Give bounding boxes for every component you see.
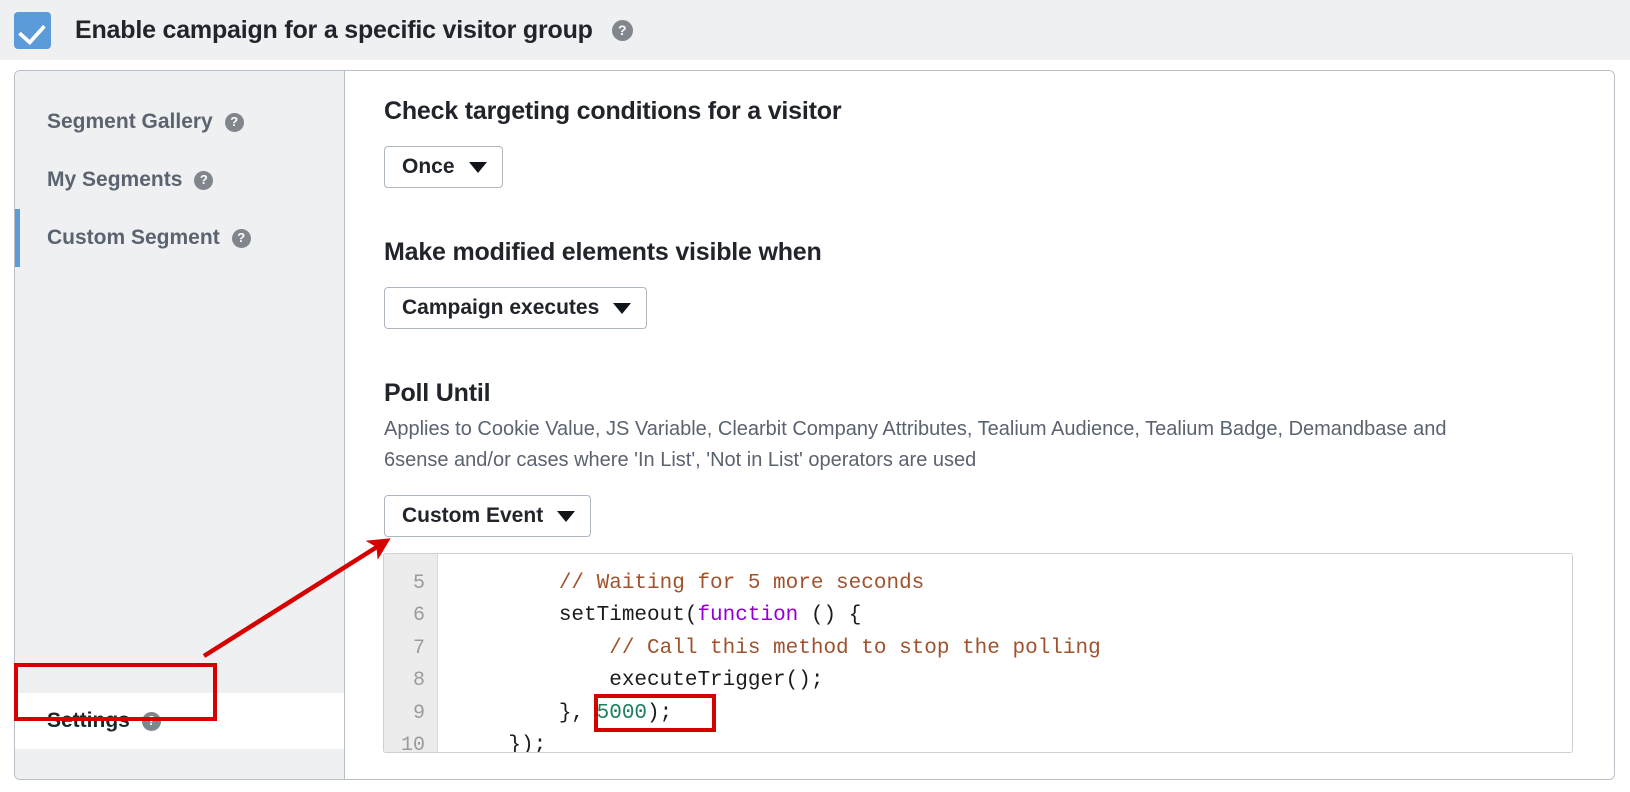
sidebar-item-settings[interactable]: Settings ? (15, 693, 344, 749)
dropdown-value: Once (402, 155, 455, 178)
code-line-number: 6 (412, 604, 425, 628)
code-line: 5 // Waiting for 5 more seconds (384, 567, 1572, 600)
sidebar-item-segment-gallery[interactable]: Segment Gallery ? (15, 93, 344, 151)
code-line: 6 setTimeout(function () { (384, 600, 1572, 633)
chevron-down-icon (557, 510, 576, 522)
check-targeting-frequency-dropdown[interactable]: Once (384, 146, 503, 188)
help-icon-settings[interactable]: ? (141, 711, 161, 731)
code-lines-container: 5 // Waiting for 5 more seconds 6 setTime… (384, 554, 1572, 753)
code-line-text: executeTrigger(); (458, 669, 824, 693)
code-editor[interactable]: 5 // Waiting for 5 more seconds 6 setTime… (383, 553, 1573, 753)
enable-campaign-checkbox[interactable] (14, 11, 51, 49)
code-line: 8 executeTrigger(); (384, 665, 1572, 698)
dropdown-value: Custom Event (402, 504, 544, 528)
sidebar-item-my-segments[interactable]: My Segments ? (15, 151, 344, 209)
code-line-text: // Waiting for 5 more seconds (458, 571, 925, 595)
code-line: 10 }); (384, 730, 1572, 753)
poll-until-dropdown[interactable]: Custom Event (384, 495, 592, 538)
dropdown-value: Campaign executes (402, 296, 600, 319)
code-line-text: setTimeout(function () { (458, 604, 862, 628)
help-icon-header[interactable]: ? (611, 19, 633, 41)
code-line-text: }); (458, 734, 547, 753)
code-line: 7 // Call this method to stop the pollin… (384, 632, 1572, 665)
help-icon-my-segments[interactable]: ? (194, 170, 214, 190)
code-line-number: 8 (412, 669, 425, 693)
poll-until-description: Applies to Cookie Value, JS Variable, Cl… (384, 418, 1447, 471)
poll-until-title: Poll Until (384, 379, 491, 407)
check-targeting-title: Check targeting conditions for a visitor (384, 97, 842, 125)
segment-sidebar: Segment Gallery ? My Segments ? Custom S… (15, 71, 345, 779)
code-line-text: }, 5000); (458, 701, 673, 725)
settings-label: Settings (47, 709, 130, 732)
sidebar-item-label: My Segments (47, 168, 183, 191)
sidebar-item-label: Segment Gallery (47, 110, 213, 133)
chevron-down-icon (468, 161, 487, 173)
code-line-text: // Call this method to stop the polling (458, 636, 1101, 660)
code-line-number: 7 (412, 636, 425, 660)
page-header: Enable campaign for a specific visitor g… (0, 0, 1630, 60)
sidebar-item-label: Custom Segment (47, 226, 220, 249)
code-line: 9 }, 5000); (384, 697, 1572, 730)
sidebar-item-custom-segment[interactable]: Custom Segment ? (15, 209, 344, 267)
help-icon-segment-gallery[interactable]: ? (224, 112, 244, 132)
help-icon-custom-segment[interactable]: ? (231, 228, 251, 248)
chevron-down-icon (613, 302, 632, 314)
page-title: Enable campaign for a specific visitor g… (75, 15, 593, 44)
make-visible-title: Make modified elements visible when (384, 238, 822, 266)
code-line-number: 5 (412, 571, 425, 595)
code-line-number: 9 (412, 701, 425, 725)
make-visible-when-dropdown[interactable]: Campaign executes (384, 287, 648, 329)
code-line-number: 10 (400, 734, 425, 753)
